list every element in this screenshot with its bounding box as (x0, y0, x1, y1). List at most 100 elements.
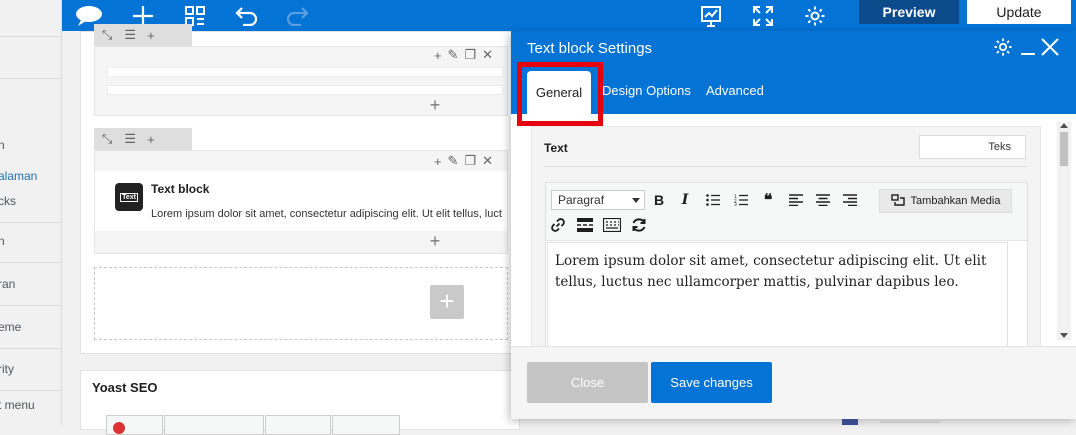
blockquote-icon[interactable]: ❝ (758, 190, 778, 210)
add-element-icon[interactable]: + (425, 231, 445, 252)
add-icon[interactable]: + (434, 48, 442, 63)
row-layout-icon[interactable]: ☰ (124, 27, 136, 43)
add-icon[interactable]: + (434, 154, 442, 169)
toolbar-toggle-icon[interactable] (602, 215, 622, 235)
sidebar-item-pages[interactable]: alaman (0, 169, 60, 183)
yoast-tab[interactable] (164, 415, 264, 435)
sidebar-divider (0, 348, 61, 349)
numbered-list-icon[interactable]: 123 (731, 190, 751, 210)
add-element-icon[interactable]: + (425, 95, 445, 116)
scrollbar-thumb[interactable] (1060, 132, 1068, 166)
align-left-icon[interactable] (786, 190, 806, 210)
add-media-button[interactable]: Tambahkan Media (879, 189, 1012, 213)
editor-toolbar: Paragraf B I 123 ❝ Tambahkan Media (546, 183, 1027, 241)
yoast-tab[interactable] (265, 415, 331, 435)
tab-advanced[interactable]: Advanced (706, 83, 764, 98)
close-icon[interactable] (1041, 38, 1059, 61)
empty-row-dropzone[interactable]: + (94, 267, 508, 340)
sidebar-item[interactable]: n (0, 234, 60, 248)
sidebar-divider (0, 78, 61, 79)
minimize-icon[interactable] (1020, 35, 1036, 62)
copy-icon[interactable]: ❐ (464, 47, 476, 63)
sidebar-divider (0, 36, 61, 37)
edit-icon[interactable]: ✎ (448, 153, 459, 169)
align-center-icon[interactable] (813, 190, 833, 210)
sidebar-item[interactable]: eme (0, 320, 60, 334)
sidebar-divider (0, 222, 61, 223)
svg-text:3: 3 (734, 202, 737, 206)
row-add-icon[interactable]: + (147, 28, 155, 43)
divider (544, 166, 1027, 167)
refresh-icon[interactable] (629, 215, 649, 235)
builder-canvas: ⤡ ☰ + + ✎ ❐ ✕ + ⤡ ☰ + + ✎ ❐ ✕ + Text Tex… (80, 24, 520, 354)
scroll-down-icon[interactable] (1060, 333, 1068, 338)
add-media-label: Tambahkan Media (910, 195, 1001, 207)
sidebar-divider (0, 262, 61, 263)
column-controls: + ✎ ❐ ✕ (434, 47, 493, 63)
editor-content[interactable]: Lorem ipsum dolor sit amet, consectetur … (555, 251, 1017, 293)
yoast-tab[interactable] (332, 415, 400, 435)
text-mode-tab[interactable]: Teks (919, 135, 1026, 159)
link-icon[interactable] (548, 215, 568, 235)
text-block-excerpt: Lorem ipsum dolor sit amet, consectetur … (151, 208, 502, 220)
sidebar-item-collapse-menu[interactable]: t menu (0, 398, 60, 412)
italic-icon[interactable]: I (675, 190, 695, 210)
copy-icon[interactable]: ❐ (464, 153, 476, 169)
undo-icon[interactable] (234, 0, 260, 31)
seo-chart-icon[interactable] (698, 0, 724, 31)
read-more-icon[interactable] (575, 215, 595, 235)
sidebar-item[interactable]: ran (0, 277, 60, 291)
align-right-icon[interactable] (840, 190, 860, 210)
panel-title: Text block Settings (527, 40, 653, 57)
panel-body: Text Teks Paragraf B I 123 ❝ Tambahkan M… (511, 114, 1076, 346)
yoast-title: Yoast SEO (92, 380, 158, 395)
builder-toolbar: Preview Update (62, 0, 1076, 31)
panel-settings-icon[interactable] (993, 37, 1013, 62)
yoast-tab[interactable] (106, 415, 163, 435)
close-button[interactable]: Close (527, 362, 648, 403)
format-select[interactable]: Paragraf (551, 190, 645, 210)
background-fragment (842, 419, 858, 425)
sidebar-item-security[interactable]: rity (0, 362, 60, 376)
preview-button[interactable]: Preview (859, 0, 959, 24)
highlight-box (517, 62, 603, 126)
row-drag-icon[interactable]: ⤡ (102, 27, 112, 43)
scrollbar[interactable] (1057, 122, 1071, 340)
panel-footer: Close Save changes (511, 346, 1076, 419)
update-button[interactable]: Update (967, 0, 1071, 24)
text-block-icon: Text (115, 183, 143, 211)
fullscreen-icon[interactable] (750, 0, 776, 31)
sidebar-divider (0, 390, 61, 391)
column-controls: + ✎ ❐ ✕ (434, 153, 493, 169)
text-block-element[interactable]: Text Text block Lorem ipsum dolor sit am… (95, 171, 507, 231)
element-placeholder[interactable] (107, 67, 503, 77)
background-fragment (880, 421, 940, 423)
bullet-list-icon[interactable] (703, 190, 723, 210)
row-block: + ✎ ❐ ✕ + (94, 46, 508, 116)
delete-icon[interactable]: ✕ (482, 47, 493, 63)
delete-icon[interactable]: ✕ (482, 153, 493, 169)
row-add-icon[interactable]: + (147, 132, 155, 147)
sidebar-item[interactable]: n (0, 138, 60, 152)
sidebar-divider (0, 305, 61, 306)
settings-icon[interactable] (802, 0, 828, 31)
row-controls[interactable]: ⤡ ☰ + (94, 24, 192, 46)
text-block-title: Text block (151, 182, 210, 196)
row-drag-icon[interactable]: ⤡ (102, 131, 112, 147)
edit-icon[interactable]: ✎ (448, 47, 459, 63)
add-element-button[interactable]: + (430, 285, 464, 319)
save-changes-button[interactable]: Save changes (651, 362, 772, 403)
sidebar-item-blocks[interactable]: cks (0, 194, 60, 208)
wysiwyg-editor: Paragraf B I 123 ❝ Tambahkan Media Lorem… (545, 182, 1028, 346)
redo-icon[interactable] (284, 0, 310, 31)
tab-design-options[interactable]: Design Options (602, 83, 691, 98)
row-controls[interactable]: ⤡ ☰ + (94, 128, 192, 150)
bold-icon[interactable]: B (649, 190, 669, 210)
text-field-label: Text (544, 141, 568, 155)
seo-score-icon (113, 422, 125, 434)
element-placeholder[interactable] (107, 85, 503, 95)
row-layout-icon[interactable]: ☰ (124, 131, 136, 147)
yoast-seo-metabox: Yoast SEO (80, 370, 520, 435)
wp-admin-sidebar: n alaman cks n ran eme rity t menu (0, 0, 62, 425)
scroll-up-icon[interactable] (1060, 123, 1068, 128)
